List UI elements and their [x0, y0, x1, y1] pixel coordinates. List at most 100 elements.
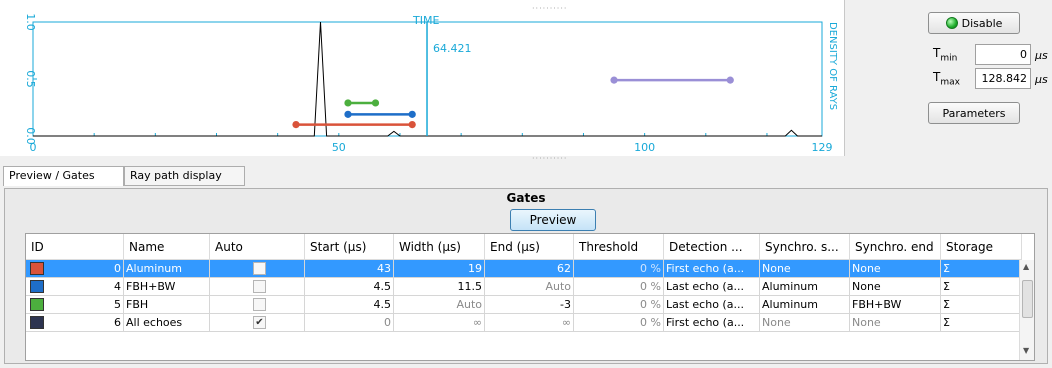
- detection-cell[interactable]: First echo (a...: [664, 260, 760, 278]
- disable-button-label: Disable: [961, 16, 1003, 30]
- gates-panel: Gates Preview ID Name Auto Start (µs) Width …: [4, 188, 1048, 364]
- name-cell[interactable]: FBH: [124, 296, 210, 314]
- parameters-button[interactable]: Parameters: [928, 102, 1020, 124]
- threshold-cell[interactable]: 0 %: [574, 278, 664, 296]
- threshold-cell[interactable]: 0 %: [574, 296, 664, 314]
- gate-bar-end-handle: [408, 121, 416, 129]
- density-plot-panel[interactable]: 0 50 100 129 0.0 0.5 1.0 TIME 64.421 DENSITY O…: [0, 0, 845, 156]
- x-tick-label: 50: [332, 141, 346, 154]
- column-header[interactable]: Width (µs): [394, 234, 485, 260]
- width-cell[interactable]: 11.5: [394, 278, 485, 296]
- column-header[interactable]: Detection ...: [664, 234, 760, 260]
- tmax-unit: µs: [1035, 73, 1048, 86]
- column-header[interactable]: Synchro. end: [850, 234, 941, 260]
- auto-cell[interactable]: [210, 296, 305, 314]
- width-cell[interactable]: ∞: [394, 314, 485, 332]
- start-cell[interactable]: 43: [305, 260, 394, 278]
- sync-end-cell[interactable]: None: [850, 314, 941, 332]
- storage-cell[interactable]: Σ: [941, 278, 1022, 296]
- column-header[interactable]: End (µs): [485, 234, 574, 260]
- gate-bar-start-handle: [344, 99, 352, 107]
- tmax-label: Tmax: [933, 70, 960, 88]
- detection-cell[interactable]: First echo (a...: [664, 314, 760, 332]
- storage-cell[interactable]: Σ: [941, 296, 1022, 314]
- scroll-down-icon[interactable]: ▼: [1023, 346, 1029, 355]
- gate-row[interactable]: 4 FBH+BW 4.5 11.5 Auto 0 % Last echo (a... Alum…: [26, 278, 1034, 296]
- end-cell[interactable]: -3: [485, 296, 574, 314]
- detection-cell[interactable]: Last echo (a...: [664, 296, 760, 314]
- auto-checkbox[interactable]: [253, 280, 266, 293]
- start-cell[interactable]: 0: [305, 314, 394, 332]
- gate-row[interactable]: 5 FBH 4.5 Auto -3 0 % Last echo (a... Aluminum F…: [26, 296, 1034, 314]
- gates-table: ID Name Auto Start (µs) Width (µs) End (µs) Th…: [25, 233, 1035, 361]
- scroll-up-icon[interactable]: ▲: [1023, 262, 1029, 271]
- start-cell[interactable]: 4.5: [305, 278, 394, 296]
- disable-button[interactable]: Disable: [928, 12, 1020, 34]
- gate-bar-start-handle: [344, 110, 352, 118]
- column-header[interactable]: ID: [26, 234, 124, 260]
- tmin-field[interactable]: 0: [975, 44, 1031, 65]
- gate-bar-end-handle: [726, 76, 734, 84]
- gate-color-swatch[interactable]: [30, 280, 44, 293]
- gates-title: Gates: [506, 191, 546, 205]
- sync-start-cell[interactable]: Aluminum: [760, 278, 850, 296]
- gate-bar-start-handle: [610, 76, 618, 84]
- end-cell[interactable]: Auto: [485, 278, 574, 296]
- gate-id-cell[interactable]: 0: [26, 260, 124, 278]
- name-cell[interactable]: All echoes: [124, 314, 210, 332]
- width-cell[interactable]: Auto: [394, 296, 485, 314]
- gate-id-cell[interactable]: 6: [26, 314, 124, 332]
- tab-ray-path-display[interactable]: Ray path display: [124, 166, 245, 186]
- end-cell[interactable]: 62: [485, 260, 574, 278]
- detection-cell[interactable]: Last echo (a...: [664, 278, 760, 296]
- sync-end-cell[interactable]: FBH+BW: [850, 296, 941, 314]
- column-header[interactable]: Threshold: [574, 234, 664, 260]
- sync-start-cell[interactable]: None: [760, 260, 850, 278]
- end-cell[interactable]: ∞: [485, 314, 574, 332]
- auto-cell[interactable]: [210, 260, 305, 278]
- auto-checkbox[interactable]: ✔: [253, 316, 266, 329]
- auto-cell[interactable]: ✔: [210, 314, 305, 332]
- y-tick-label: 0.5: [24, 70, 37, 88]
- gate-color-swatch[interactable]: [30, 298, 44, 311]
- gate-bar-end-handle: [408, 110, 416, 118]
- column-header[interactable]: Storage: [941, 234, 1022, 260]
- storage-cell[interactable]: Σ: [941, 260, 1022, 278]
- gate-id-cell[interactable]: 4: [26, 278, 124, 296]
- gate-color-swatch[interactable]: [30, 262, 44, 275]
- storage-cell[interactable]: Σ: [941, 314, 1022, 332]
- sync-end-cell[interactable]: None: [850, 260, 941, 278]
- gate-bar-end-handle: [371, 99, 380, 107]
- auto-cell[interactable]: [210, 278, 305, 296]
- sync-start-cell[interactable]: None: [760, 314, 850, 332]
- tab-preview-gates[interactable]: Preview / Gates: [3, 166, 124, 186]
- name-cell[interactable]: FBH+BW: [124, 278, 210, 296]
- start-cell[interactable]: 4.5: [305, 296, 394, 314]
- x-tick-label: 100: [634, 141, 655, 154]
- gates-table-scrollbar[interactable]: ▲ ▼: [1019, 260, 1034, 360]
- name-cell[interactable]: Aluminum: [124, 260, 210, 278]
- scroll-thumb[interactable]: [1022, 280, 1033, 318]
- column-header[interactable]: Name: [124, 234, 210, 260]
- threshold-cell[interactable]: 0 %: [574, 314, 664, 332]
- sync-start-cell[interactable]: Aluminum: [760, 296, 850, 314]
- column-header[interactable]: Synchro. s...: [760, 234, 850, 260]
- threshold-cell[interactable]: 0 %: [574, 260, 664, 278]
- status-led-icon: [945, 17, 958, 29]
- preview-button[interactable]: Preview: [510, 209, 596, 231]
- gate-row[interactable]: 0 Aluminum 43 19 62 0 % First echo (a... None No…: [26, 260, 1034, 278]
- auto-checkbox[interactable]: [253, 298, 266, 311]
- auto-checkbox[interactable]: [253, 262, 266, 275]
- splitter-handle-top[interactable]: ··········: [532, 4, 567, 13]
- column-header[interactable]: Auto: [210, 234, 305, 260]
- tmax-field[interactable]: 128.842: [975, 68, 1031, 89]
- sync-end-cell[interactable]: None: [850, 278, 941, 296]
- plot-top-axis-label: TIME: [413, 14, 440, 27]
- gate-color-swatch[interactable]: [30, 316, 44, 329]
- gate-id-text: 0: [114, 262, 121, 275]
- width-cell[interactable]: 19: [394, 260, 485, 278]
- y-tick-label: 1.0: [24, 13, 37, 31]
- column-header[interactable]: Start (µs): [305, 234, 394, 260]
- gate-id-cell[interactable]: 5: [26, 296, 124, 314]
- gate-row[interactable]: 6 All echoes ✔ 0 ∞ ∞ 0 % First echo (a... None No…: [26, 314, 1034, 332]
